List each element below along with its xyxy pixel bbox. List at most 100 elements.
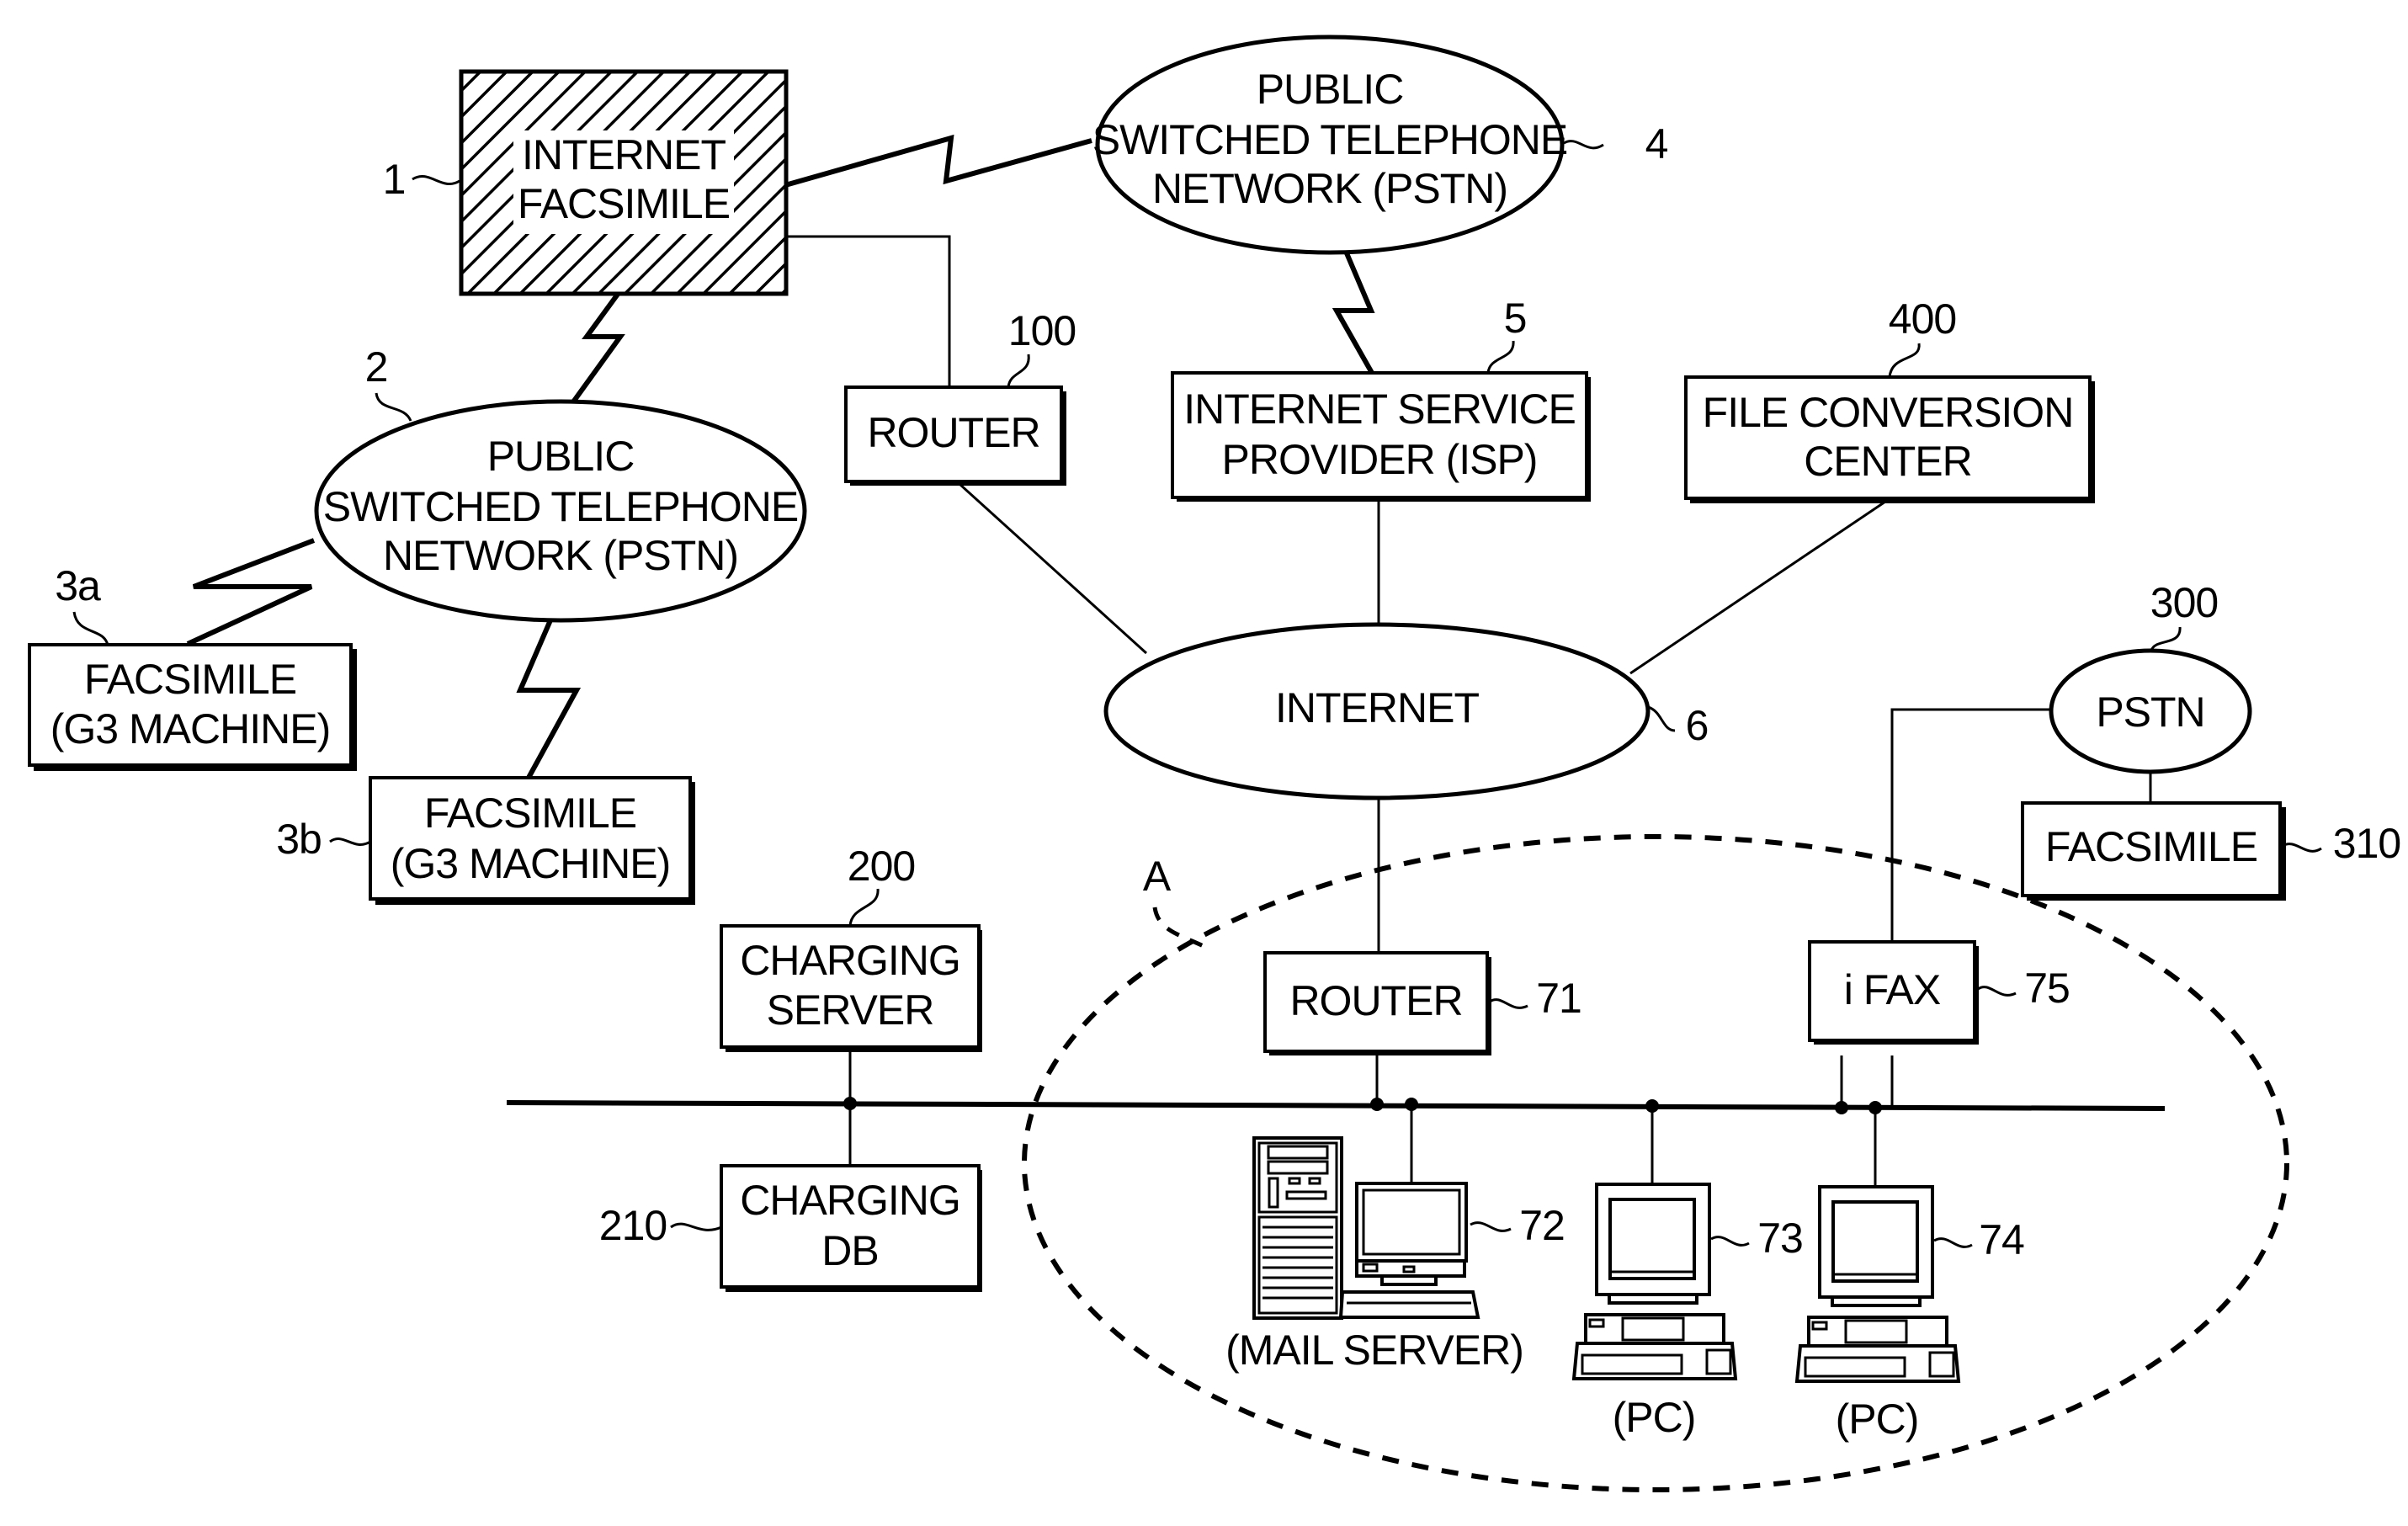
- ref-310: 310: [2333, 820, 2400, 867]
- ref-72: 72: [1519, 1202, 1565, 1249]
- monitor-icon: [1818, 1185, 1934, 1307]
- region-a-boundary: [1022, 834, 2289, 1492]
- ref-71: 71: [1536, 975, 1581, 1022]
- desktop-computer-icon: [1571, 1313, 1738, 1380]
- monitor-icon: [1595, 1183, 1711, 1305]
- node-internet[interactable]: INTERNET: [1103, 622, 1651, 800]
- ref-73-leader: [1710, 1236, 1750, 1247]
- ref-6: 6: [1686, 702, 1709, 749]
- ref-2-leader: [375, 392, 412, 422]
- charging-server-line2: SERVER: [767, 986, 934, 1034]
- ref-3b: 3b: [276, 816, 322, 863]
- ref-3a: 3a: [55, 562, 101, 609]
- node-ifax[interactable]: i FAX: [1808, 940, 1979, 1045]
- pstn-left-line2: SWITCHED TELEPHONE: [323, 483, 799, 530]
- isp-line1: INTERNET SERVICE: [1183, 385, 1576, 433]
- wireless-link-pstn4-isp: [1332, 236, 1375, 375]
- node-router-100[interactable]: ROUTER: [844, 385, 1066, 486]
- junction-dot: [843, 1097, 857, 1110]
- node-mail-server[interactable]: (MAIL SERVER): [1225, 1136, 1524, 1374]
- ref-75-leader: [1977, 986, 2017, 997]
- facsimile-3b-line2: (G3 MACHINE): [391, 840, 670, 887]
- node-internet-facsimile[interactable]: INTERNET FACSIMILE: [459, 69, 789, 296]
- pc-73-caption: (PC): [1613, 1394, 1696, 1441]
- node-facsimile-3a[interactable]: FACSIMILE (G3 MACHINE): [28, 643, 357, 771]
- charging-db-line2: DB: [821, 1227, 878, 1274]
- pstn-top-line1: PUBLIC: [1257, 66, 1404, 113]
- ref-300: 300: [2150, 579, 2218, 626]
- charging-db-line1: CHARGING: [740, 1177, 959, 1224]
- node-pc-74[interactable]: (PC): [1794, 1185, 1961, 1443]
- server-tower-icon: [1252, 1136, 1343, 1320]
- node-pstn-top[interactable]: PUBLIC SWITCHED TELEPHONE NETWORK (PSTN): [1092, 35, 1568, 255]
- ref-210-leader: [670, 1222, 722, 1231]
- network-diagram: A INTERNET FACSIMILE 1 PUBLIC SWITCHED T…: [28, 35, 2401, 1492]
- ref-400-leader: [1888, 343, 1921, 378]
- keyboard-icon: [1338, 1290, 1480, 1319]
- ref-74-leader: [1933, 1237, 1973, 1248]
- junction-dot: [1868, 1101, 1882, 1114]
- pstn-left-line1: PUBLIC: [487, 433, 635, 480]
- node-facsimile-310[interactable]: FACSIMILE: [2021, 801, 2286, 901]
- ref-200-leader: [848, 888, 880, 927]
- ref-310-leader: [2282, 843, 2322, 853]
- wireless-link-pstn2-fax3a: [186, 538, 316, 646]
- internet-facsimile-label-line1: INTERNET: [522, 131, 726, 178]
- node-router-71[interactable]: ROUTER: [1263, 951, 1491, 1055]
- ref-210: 210: [599, 1202, 667, 1249]
- fcc-line1: FILE CONVERSION: [1703, 389, 2074, 436]
- ref-4-leader: [1563, 140, 1604, 150]
- node-charging-server[interactable]: CHARGING SERVER: [720, 924, 982, 1052]
- ref-3a-leader: [72, 611, 109, 646]
- ref-1-leader: [412, 175, 460, 185]
- ref-71-leader: [1489, 998, 1528, 1009]
- node-charging-db[interactable]: CHARGING DB: [720, 1164, 982, 1292]
- monitor-icon: [1355, 1182, 1468, 1286]
- wire-fcc-internet: [1629, 500, 1886, 675]
- ref-75: 75: [2024, 965, 2070, 1012]
- wireless-link-pstn2-fax3b: [516, 601, 582, 779]
- wire-fax1-router100: [785, 235, 951, 387]
- node-isp[interactable]: INTERNET SERVICE PROVIDER (ISP): [1171, 371, 1591, 502]
- ifax-label: i FAX: [1844, 966, 1941, 1013]
- facsimile-3a-line1: FACSIMILE: [84, 656, 296, 703]
- pstn-300-label: PSTN: [2096, 689, 2204, 736]
- router-100-label: ROUTER: [867, 409, 1039, 456]
- wireless-link-fax1-pstn4: [784, 134, 1092, 188]
- node-pstn-300[interactable]: PSTN: [2049, 648, 2252, 774]
- region-a-label: A: [1143, 853, 1172, 900]
- ref-5: 5: [1504, 295, 1527, 342]
- ref-72-leader: [1470, 1221, 1512, 1232]
- ref-73: 73: [1757, 1215, 1803, 1262]
- internet-facsimile-label-line2: FACSIMILE: [518, 180, 730, 227]
- ref-400: 400: [1889, 295, 1956, 343]
- isp-line2: PROVIDER (ISP): [1222, 436, 1538, 483]
- node-facsimile-3b[interactable]: FACSIMILE (G3 MACHINE): [369, 776, 695, 905]
- fcc-line2: CENTER: [1804, 438, 1972, 485]
- pstn-top-line3: NETWORK (PSTN): [1152, 165, 1507, 212]
- node-pc-73[interactable]: (PC): [1571, 1183, 1738, 1441]
- facsimile-3b-line1: FACSIMILE: [424, 790, 636, 837]
- pc-74-caption: (PC): [1836, 1396, 1919, 1443]
- ref-100-leader: [1007, 354, 1030, 388]
- mail-server-caption: (MAIL SERVER): [1225, 1327, 1523, 1374]
- ref-3b-leader: [329, 837, 371, 846]
- facsimile-310-label: FACSIMILE: [2045, 823, 2257, 870]
- lan-bus: [506, 1100, 2166, 1111]
- charging-server-line1: CHARGING: [740, 937, 959, 984]
- ref-6-leader: [1647, 705, 1676, 732]
- node-pstn-left[interactable]: PUBLIC SWITCHED TELEPHONE NETWORK (PSTN): [314, 399, 807, 623]
- ref-1: 1: [383, 156, 406, 203]
- junction-dot: [1645, 1099, 1659, 1113]
- ref-100: 100: [1008, 307, 1076, 354]
- router-71-label: ROUTER: [1289, 977, 1462, 1024]
- ref-5-leader: [1486, 340, 1515, 374]
- ref-300-leader: [2150, 626, 2182, 651]
- node-file-conversion-center[interactable]: FILE CONVERSION CENTER: [1684, 375, 2095, 503]
- facsimile-3a-line2: (G3 MACHINE): [50, 705, 330, 752]
- wire-router100-internet: [958, 482, 1148, 655]
- ref-200: 200: [848, 843, 915, 890]
- region-a-leader: [1152, 907, 1207, 949]
- ref-74: 74: [1979, 1216, 2024, 1263]
- junction-dot: [1370, 1098, 1384, 1111]
